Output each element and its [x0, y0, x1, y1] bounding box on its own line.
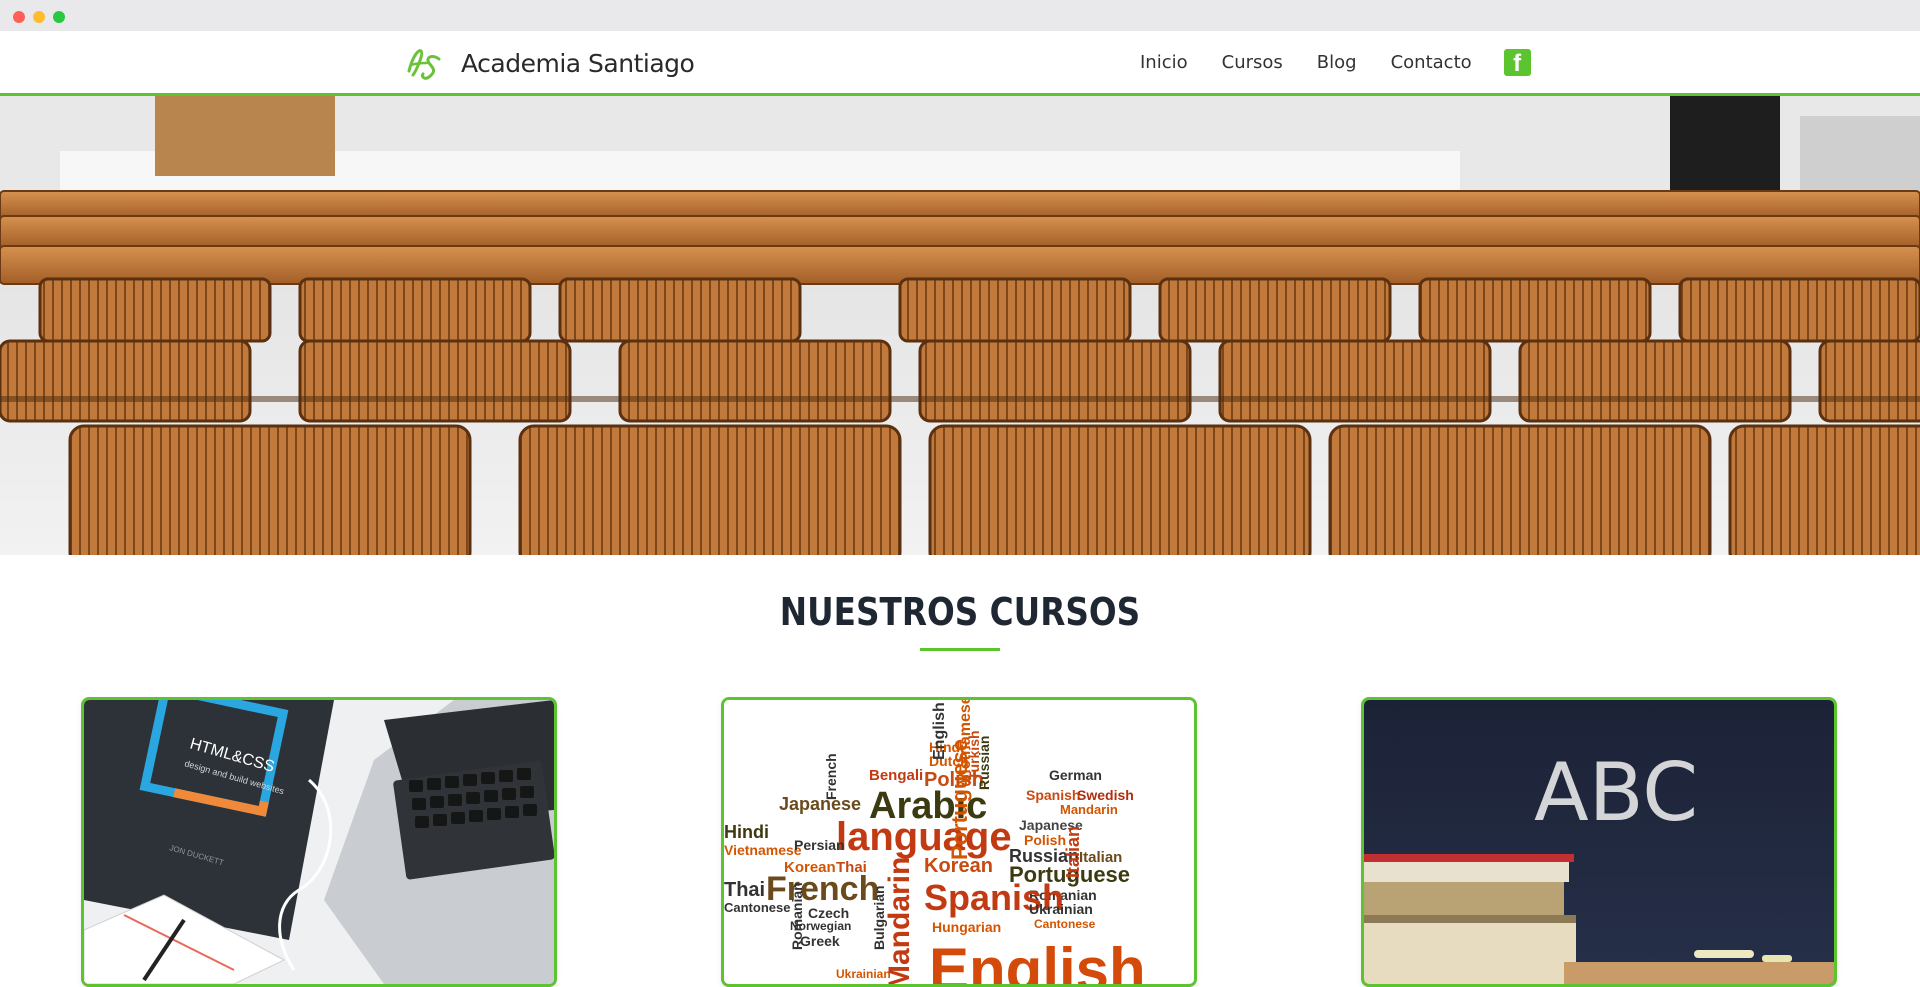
svg-text:Bengali: Bengali [869, 767, 923, 784]
svg-text:Russian: Russian [976, 736, 992, 790]
svg-text:Ukrainian: Ukrainian [1029, 901, 1093, 917]
course-card-html-css[interactable]: HTML&CSS design and build websites JON D… [81, 697, 557, 987]
svg-text:Mandarin: Mandarin [883, 857, 916, 984]
svg-text:Cantonese: Cantonese [724, 900, 790, 915]
nav-inicio[interactable]: Inicio [1140, 52, 1188, 73]
svg-text:Vietnamese: Vietnamese [724, 842, 802, 858]
svg-text:Italian: Italian [1063, 826, 1083, 878]
languages-word-cloud-image: Hindi Dutch Bengali Polish German Japane… [724, 700, 1194, 984]
title-divider [920, 648, 1000, 651]
course-card-abc[interactable]: ABC [1361, 697, 1837, 987]
browser-chrome [0, 0, 1920, 31]
svg-text:Spanish: Spanish [1026, 787, 1080, 803]
lecture-hall-image [0, 96, 1920, 555]
svg-text:Mandarin: Mandarin [1060, 802, 1118, 817]
nav-cursos[interactable]: Cursos [1222, 52, 1283, 73]
logo-as-icon [407, 49, 441, 80]
svg-text:Swedish: Swedish [1077, 787, 1134, 803]
svg-text:English: English [929, 936, 1146, 984]
svg-text:language: language [836, 815, 1012, 859]
svg-text:Persian: Persian [794, 837, 845, 853]
hero-banner [0, 96, 1920, 555]
maximize-window-dot[interactable] [53, 11, 65, 23]
nav-contacto[interactable]: Contacto [1391, 52, 1472, 73]
svg-text:Japanese: Japanese [779, 794, 861, 814]
nav-blog[interactable]: Blog [1317, 52, 1357, 73]
svg-text:Hungarian: Hungarian [932, 919, 1001, 935]
svg-text:Hindi: Hindi [724, 822, 769, 842]
svg-text:Romanian: Romanian [789, 882, 805, 950]
close-window-dot[interactable] [13, 11, 25, 23]
minimize-window-dot[interactable] [33, 11, 45, 23]
chalkboard-abc-image: ABC [1364, 700, 1834, 984]
brand-name[interactable]: Academia Santiago [461, 49, 695, 78]
svg-text:French: French [823, 753, 839, 800]
svg-text:Thai: Thai [724, 879, 765, 901]
chalkboard-text: ABC [1534, 746, 1698, 839]
svg-text:Vietnamese: Vietnamese [957, 700, 974, 784]
site-header: Academia Santiago Inicio Cursos Blog Con… [0, 31, 1920, 96]
svg-text:English: English [931, 702, 948, 760]
svg-text:Greek: Greek [800, 933, 840, 949]
html-css-book-laptop-image: HTML&CSS design and build websites JON D… [84, 700, 554, 984]
courses-section-title: NUESTROS CURSOS [779, 590, 1141, 634]
main-nav: Inicio Cursos Blog Contacto f [1140, 49, 1531, 76]
site-logo[interactable]: Academia Santiago [403, 41, 695, 85]
svg-text:Cantonese: Cantonese [1034, 917, 1096, 931]
facebook-icon[interactable]: f [1503, 49, 1531, 76]
svg-text:German: German [1049, 767, 1102, 783]
svg-text:Bulgarian: Bulgarian [871, 885, 887, 950]
course-card-idiomas[interactable]: Hindi Dutch Bengali Polish German Japane… [721, 697, 1197, 987]
